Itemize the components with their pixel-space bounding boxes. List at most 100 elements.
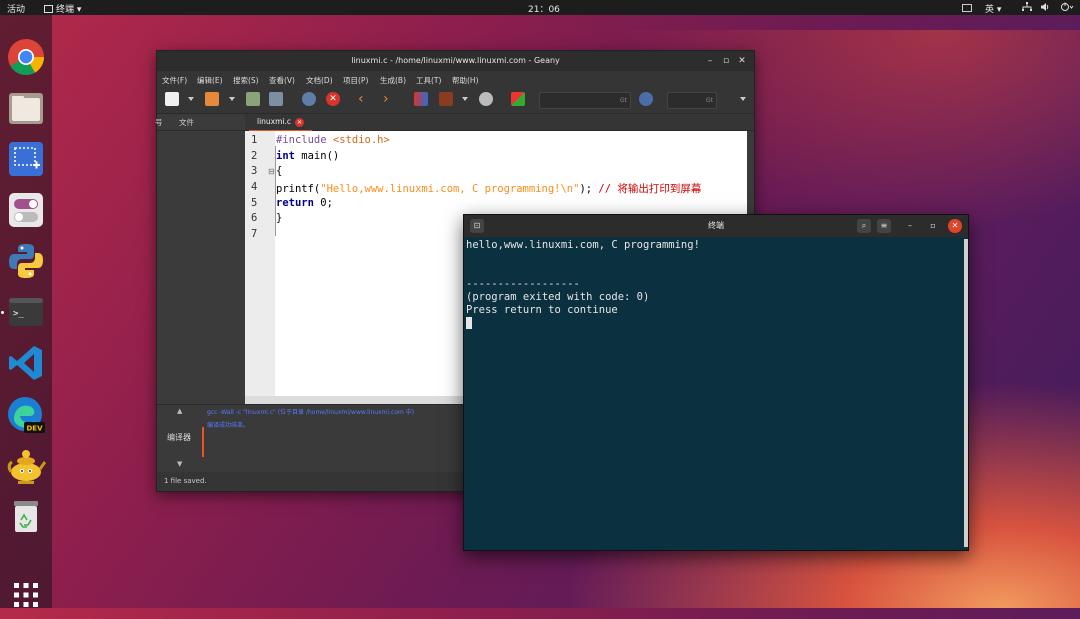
minimize-button[interactable]: – <box>704 51 716 71</box>
open-dropdown-icon[interactable] <box>229 97 235 101</box>
clock[interactable]: 21：06 <box>528 2 560 15</box>
menu-document[interactable]: 文档(D) <box>306 75 333 86</box>
menubar: 文件(F) 编辑(E) 搜索(S) 查看(V) 文档(D) 项目(P) 生成(B… <box>157 71 754 87</box>
sidebar: 号 文件 <box>155 114 245 404</box>
search-icon[interactable]: ⌕ <box>857 219 871 233</box>
menu-project[interactable]: 项目(P) <box>343 75 368 86</box>
toolbar: ✕ ‹ › Gt Gt <box>157 87 754 114</box>
code-token: ); <box>579 183 599 195</box>
window-icon <box>44 5 53 13</box>
sidebar-tabs: 号 文件 <box>155 114 245 131</box>
menu-tools[interactable]: 工具(T) <box>416 75 441 86</box>
menu-edit[interactable]: 编辑(E) <box>197 75 223 86</box>
code-line-3: { <box>276 165 283 177</box>
show-apps-icon[interactable] <box>6 575 46 615</box>
tab-files[interactable]: 文件 <box>179 117 194 128</box>
close-file-icon[interactable]: ✕ <box>326 92 340 106</box>
terminal-line: hello,www.linuxmi.com, C programming! <box>466 239 700 251</box>
keyboard-icon[interactable] <box>962 4 972 12</box>
terminal-glyph: >_ <box>13 309 24 319</box>
code-line-2: int main() <box>276 150 339 162</box>
scroll-down-icon[interactable]: ▼ <box>177 460 182 468</box>
menu-help[interactable]: 帮助(H) <box>452 75 479 86</box>
toolbar-overflow-icon[interactable] <box>740 97 746 101</box>
tab-symbols[interactable]: 号 <box>155 117 163 128</box>
input-method-label: 英 <box>985 5 995 15</box>
maximize-button[interactable]: ▫ <box>926 219 940 233</box>
network-icon[interactable] <box>1022 2 1032 15</box>
chrome-icon[interactable] <box>6 37 46 77</box>
volume-icon[interactable] <box>1040 2 1050 15</box>
maximize-button[interactable]: ▫ <box>720 51 732 71</box>
files-icon[interactable] <box>6 88 46 128</box>
compile-icon[interactable] <box>414 92 428 106</box>
vscode-icon[interactable] <box>6 343 46 383</box>
compiler-output: gcc -Wall -c "linuxmi.c" (位于目录 /home/lin… <box>207 407 414 429</box>
build-dropdown-icon[interactable] <box>462 97 468 101</box>
geany-titlebar[interactable]: linuxmi.c - /home/linuxmi/www.linuxmi.co… <box>157 51 754 71</box>
file-tab[interactable]: linuxmi.c ✕ <box>249 114 313 132</box>
terminal-output[interactable]: hello,www.linuxmi.com, C programming! --… <box>466 239 700 331</box>
python-icon[interactable] <box>6 241 46 281</box>
activities-button[interactable]: 活动 <box>7 2 25 15</box>
menu-file[interactable]: 文件(F) <box>162 75 187 86</box>
menu-view[interactable]: 查看(V) <box>269 75 295 86</box>
close-tab-icon[interactable]: ✕ <box>295 118 305 127</box>
terminal-icon[interactable]: >_ <box>6 292 46 332</box>
minimize-button[interactable]: – <box>903 219 917 233</box>
editor-tabbar: linuxmi.c ✕ <box>245 114 754 132</box>
find-icon[interactable] <box>639 92 653 106</box>
tweaks-icon[interactable] <box>6 190 46 230</box>
revert-icon[interactable] <box>302 92 316 106</box>
menu-build[interactable]: 生成(B) <box>380 75 406 86</box>
line-number: 2 <box>251 150 258 162</box>
input-method[interactable]: 英 ▾ <box>985 2 1001 15</box>
line-number: 4 <box>251 181 258 193</box>
execute-icon[interactable] <box>479 92 493 106</box>
top-bar: 活动 终端 ▾ 21：06 英 ▾ <box>0 0 1080 15</box>
code-line-6: } <box>276 212 283 224</box>
code-comment: // 将输出打印到屏幕 <box>598 183 702 195</box>
code-token: int <box>276 150 295 162</box>
new-dropdown-icon[interactable] <box>188 97 194 101</box>
terminal-window: ⊡ 终端 ⌕ ≡ – ▫ ✕ hello,www.linuxmi.com, C … <box>463 214 969 551</box>
back-icon[interactable]: ‹ <box>358 92 372 106</box>
compiler-output-line: gcc -Wall -c "linuxmi.c" (位于目录 /home/lin… <box>207 409 415 416</box>
power-icon[interactable] <box>1060 2 1074 15</box>
color-chooser-icon[interactable] <box>511 92 525 106</box>
scroll-up-icon[interactable]: ▲ <box>177 407 182 415</box>
line-number: 6 <box>251 212 258 224</box>
code-line-5: return 0; <box>276 197 333 209</box>
new-file-icon[interactable] <box>165 92 179 106</box>
app-menu[interactable]: 终端 ▾ <box>44 2 81 15</box>
terminal-title: 终端 <box>708 221 724 230</box>
save-all-icon[interactable] <box>269 92 283 106</box>
tab-compiler[interactable]: 编译器 <box>167 432 191 443</box>
terminal-scrollbar[interactable] <box>964 239 968 547</box>
open-file-icon[interactable] <box>205 92 219 106</box>
forward-icon[interactable]: › <box>383 92 397 106</box>
search-field[interactable]: Gt <box>539 92 631 109</box>
fold-marker-icon[interactable]: ⊟ <box>268 167 275 176</box>
build-icon[interactable] <box>439 92 453 106</box>
screenshot-icon[interactable] <box>6 139 46 179</box>
close-button[interactable]: ✕ <box>948 219 962 233</box>
active-tab-indicator <box>202 427 204 457</box>
terminal-titlebar[interactable]: ⊡ 终端 ⌕ ≡ – ▫ ✕ <box>464 215 968 237</box>
message-panel-tabs: ▲ 编译器 ▼ <box>157 405 203 473</box>
code-token: <stdio.h> <box>332 134 390 146</box>
close-button[interactable]: ✕ <box>736 51 748 71</box>
new-tab-icon[interactable]: ⊡ <box>470 219 484 233</box>
code-token: printf( <box>276 183 321 195</box>
menu-search[interactable]: 搜索(S) <box>233 75 259 86</box>
geany-icon[interactable] <box>6 445 47 485</box>
hamburger-menu-icon[interactable]: ≡ <box>877 219 891 233</box>
edge-dev-icon[interactable]: DEV <box>6 395 46 435</box>
line-number: 5 <box>251 197 258 209</box>
goto-line-field[interactable]: Gt <box>667 92 717 109</box>
save-icon[interactable] <box>246 92 260 106</box>
trash-icon[interactable] <box>6 496 46 536</box>
terminal-cursor <box>466 317 472 329</box>
